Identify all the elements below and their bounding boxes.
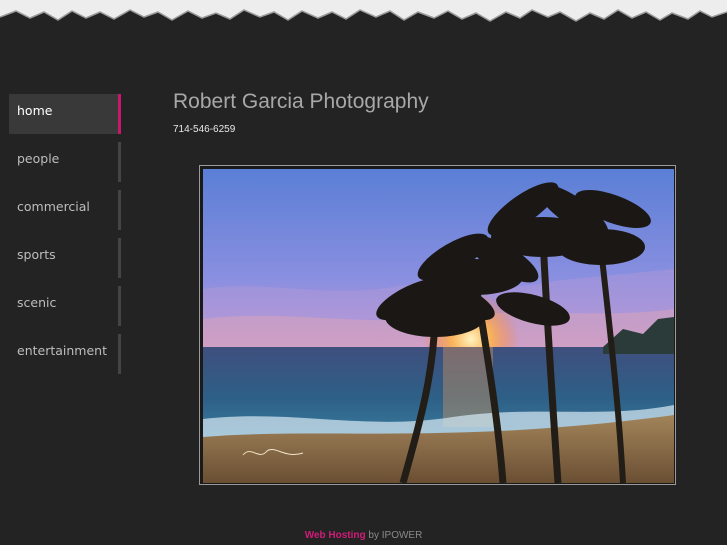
footer: Web Hosting by IPOWER [0, 530, 727, 541]
featured-photo[interactable] [199, 165, 676, 485]
nav-item-home[interactable]: home [9, 94, 121, 134]
site-title: Robert Garcia Photography [173, 90, 429, 113]
footer-by-text: by [368, 530, 379, 541]
nav-item-people[interactable]: people [9, 142, 121, 182]
footer-provider: IPOWER [381, 530, 423, 541]
phone-number: 714-546-6259 [173, 124, 236, 135]
sunset-palm-photo [203, 169, 674, 483]
nav-item-entertainment[interactable]: entertainment [9, 334, 121, 374]
web-hosting-link[interactable]: Web Hosting [305, 530, 366, 541]
nav-item-scenic[interactable]: scenic [9, 286, 121, 326]
nav-item-commercial[interactable]: commercial [9, 190, 121, 230]
torn-paper-edge [0, 0, 727, 22]
nav-item-sports[interactable]: sports [9, 238, 121, 278]
main-navigation: home people commercial sports scenic ent… [9, 94, 121, 382]
